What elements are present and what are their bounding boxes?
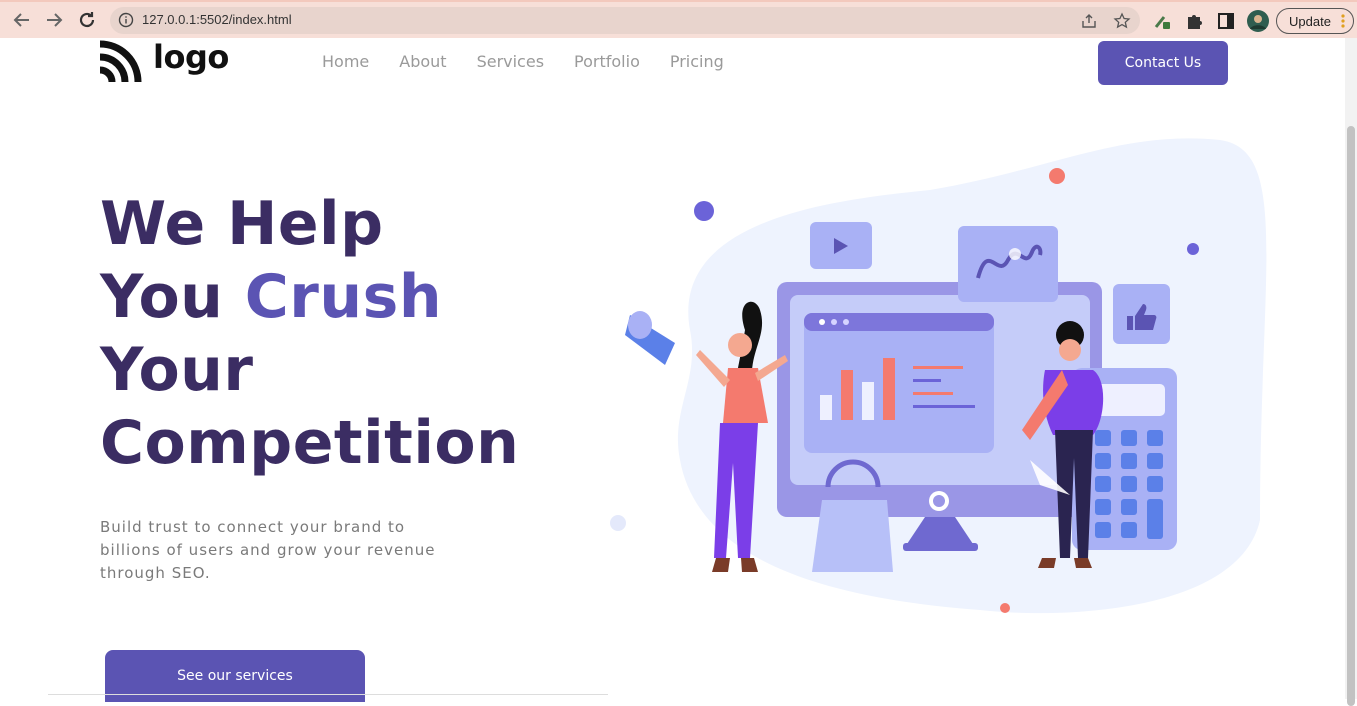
info-icon[interactable] [118, 12, 134, 28]
sidepanel-icon[interactable] [1216, 11, 1236, 31]
hero-title: We Help You Crush Your Competition [100, 188, 519, 480]
hero-illustration [610, 138, 1267, 614]
hero-title-accent: Crush [244, 262, 443, 332]
back-arrow-icon[interactable] [10, 8, 34, 32]
main-nav: Home About Services Portfolio Pricing [322, 52, 724, 71]
hero-title-line-3: Your [100, 335, 254, 405]
contact-us-button[interactable]: Contact Us [1098, 41, 1228, 85]
hero-title-line-4: Competition [100, 408, 520, 478]
reload-icon[interactable] [75, 8, 99, 32]
browser-toolbar: 127.0.0.1:5502/index.html Update [0, 0, 1357, 38]
update-button[interactable]: Update [1276, 8, 1354, 34]
nav-pricing[interactable]: Pricing [670, 52, 724, 71]
share-icon[interactable] [1080, 12, 1098, 30]
logo-icon[interactable] [100, 40, 142, 82]
hero-title-line-2a: You [100, 262, 224, 332]
hero-title-line-1: We Help [100, 189, 384, 259]
nav-services[interactable]: Services [477, 52, 544, 71]
scrollbar-thumb[interactable] [1347, 126, 1355, 706]
puzzle-icon[interactable] [1184, 11, 1204, 31]
hero-subtitle: Build trust to connect your brand to bil… [100, 518, 436, 582]
logo-text[interactable]: logo [153, 38, 229, 76]
url-text: 127.0.0.1:5502/index.html [142, 12, 292, 27]
extension-icon[interactable] [1152, 11, 1172, 31]
nav-portfolio[interactable]: Portfolio [574, 52, 640, 71]
address-bar[interactable]: 127.0.0.1:5502/index.html [110, 7, 1140, 34]
nav-about[interactable]: About [399, 52, 446, 71]
page-scrollbar[interactable] [1345, 38, 1357, 706]
bottom-divider [48, 694, 608, 700]
forward-arrow-icon[interactable] [42, 8, 66, 32]
profile-avatar[interactable] [1247, 10, 1269, 32]
nav-home[interactable]: Home [322, 52, 369, 71]
update-label: Update [1289, 13, 1331, 29]
star-icon[interactable] [1113, 12, 1131, 30]
more-menu-icon [1341, 14, 1345, 28]
